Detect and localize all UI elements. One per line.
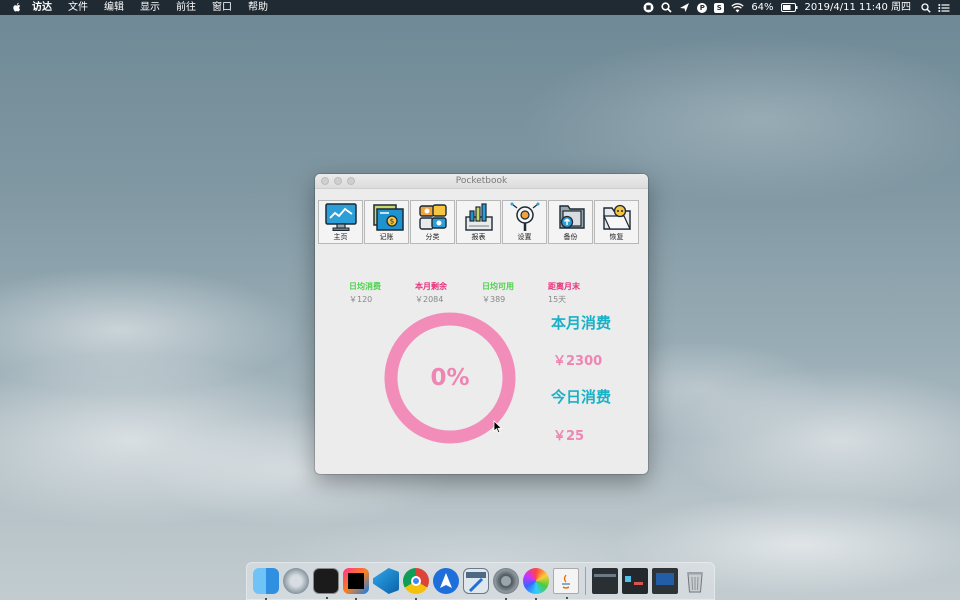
- trash-icon[interactable]: [682, 568, 708, 594]
- tool-report[interactable]: 报表: [456, 200, 501, 244]
- toolbar: 主页 $ 记账 分类 报表 设置 备份 恢复: [318, 200, 640, 244]
- menu-view[interactable]: 显示: [140, 0, 160, 15]
- stat-label: 日均可用: [482, 282, 514, 291]
- dock: [246, 562, 715, 600]
- stat-label: 日均消费: [349, 282, 381, 291]
- tool-home[interactable]: 主页: [318, 200, 363, 244]
- terminal-icon[interactable]: [313, 568, 339, 599]
- chm-viewer-icon[interactable]: [463, 568, 489, 594]
- stat-value: ￥389: [482, 295, 506, 304]
- battery-percent: 64%: [751, 2, 774, 13]
- menu-help[interactable]: 帮助: [248, 0, 268, 15]
- bar-report-icon: [464, 203, 493, 231]
- stat-daily-avg-spend: 日均消费 ￥120: [349, 281, 381, 305]
- stat-value: ￥120: [349, 295, 373, 304]
- month-spend-label: 本月消费: [551, 314, 612, 332]
- battery-icon[interactable]: [780, 3, 798, 12]
- magnifier-settings-icon: [510, 202, 539, 231]
- stat-days-to-month-end: 距离月末 15天: [548, 281, 580, 305]
- tool-restore[interactable]: 恢复: [594, 200, 639, 244]
- p-icon[interactable]: P: [697, 2, 708, 13]
- window-title: Pocketbook: [455, 176, 508, 186]
- clock[interactable]: 2019/4/11 11:40 周四: [805, 0, 911, 15]
- tool-label: 分类: [425, 233, 440, 241]
- tool-backup[interactable]: 备份: [548, 200, 593, 244]
- tool-label: 记账: [379, 233, 394, 241]
- ledger-coin-icon: $: [372, 204, 404, 231]
- monitor-chart-icon: [324, 203, 357, 231]
- stat-value: 15天: [548, 295, 567, 304]
- zoom-button[interactable]: [347, 177, 355, 185]
- pocketbook-window: Pocketbook 主页 $ 记账 分类 报表 设置 备份 恢复 日均消费 ￥…: [315, 174, 648, 474]
- today-spend-amount: ￥25: [553, 429, 585, 444]
- stat-daily-available: 日均可用 ￥389: [482, 281, 514, 305]
- tool-label: 报表: [471, 233, 486, 241]
- window-thumbnail-3[interactable]: [652, 568, 678, 594]
- send-icon[interactable]: [679, 2, 690, 13]
- menu-go[interactable]: 前往: [176, 0, 196, 15]
- intellij-icon[interactable]: [343, 568, 369, 600]
- stat-value: ￥2084: [415, 295, 444, 304]
- finder-icon[interactable]: [253, 568, 279, 600]
- tool-settings[interactable]: 设置: [502, 200, 547, 244]
- minimize-button[interactable]: [334, 177, 342, 185]
- currency-exchange-icon: [418, 204, 447, 230]
- system-preferences-icon[interactable]: [493, 568, 519, 600]
- window-titlebar[interactable]: Pocketbook: [315, 174, 648, 189]
- stat-label: 本月剩余: [415, 282, 447, 291]
- color-picker-icon[interactable]: [523, 568, 549, 600]
- wifi-icon[interactable]: [731, 2, 744, 13]
- folder-upload-icon: [558, 205, 585, 229]
- tool-label: 设置: [517, 233, 532, 241]
- launchpad-icon[interactable]: [283, 568, 309, 594]
- menu-edit[interactable]: 编辑: [104, 0, 124, 15]
- menu-finder[interactable]: 访达: [32, 0, 52, 15]
- tool-label: 主页: [333, 233, 348, 241]
- java-file-icon[interactable]: [553, 568, 579, 599]
- window-thumbnail-1[interactable]: [592, 568, 618, 594]
- tool-label: 备份: [563, 233, 578, 241]
- notification-center-icon[interactable]: [938, 3, 950, 13]
- close-button[interactable]: [321, 177, 329, 185]
- folder-restore-icon: [602, 204, 631, 230]
- spotlight-icon[interactable]: [921, 2, 931, 13]
- tool-label: 恢复: [609, 233, 624, 241]
- chrome-icon[interactable]: [403, 568, 429, 600]
- s-icon[interactable]: S: [714, 2, 725, 13]
- menu-window[interactable]: 窗口: [212, 0, 232, 15]
- mouse-cursor-icon: [493, 420, 503, 434]
- tool-category[interactable]: 分类: [410, 200, 455, 244]
- svg-text:$: $: [389, 218, 393, 226]
- stat-label: 距离月末: [548, 282, 580, 291]
- search-key-icon[interactable]: [661, 2, 672, 13]
- vscode-icon[interactable]: [373, 568, 399, 594]
- window-thumbnail-2[interactable]: [622, 568, 648, 594]
- stat-month-remaining: 本月剩余 ￥2084: [415, 281, 447, 305]
- maps-icon[interactable]: [433, 568, 459, 594]
- menu-file[interactable]: 文件: [68, 0, 88, 15]
- month-spend-amount: ￥2300: [553, 354, 603, 369]
- apple-menu-icon[interactable]: [12, 2, 22, 13]
- stop-icon[interactable]: [643, 2, 654, 13]
- tool-record[interactable]: $ 记账: [364, 200, 409, 244]
- dock-separator: [585, 567, 586, 595]
- menu-bar: 访达 文件 编辑 显示 前往 窗口 帮助 P S 64% 2019/4/11 1…: [0, 0, 960, 15]
- today-spend-label: 今日消费: [551, 388, 612, 406]
